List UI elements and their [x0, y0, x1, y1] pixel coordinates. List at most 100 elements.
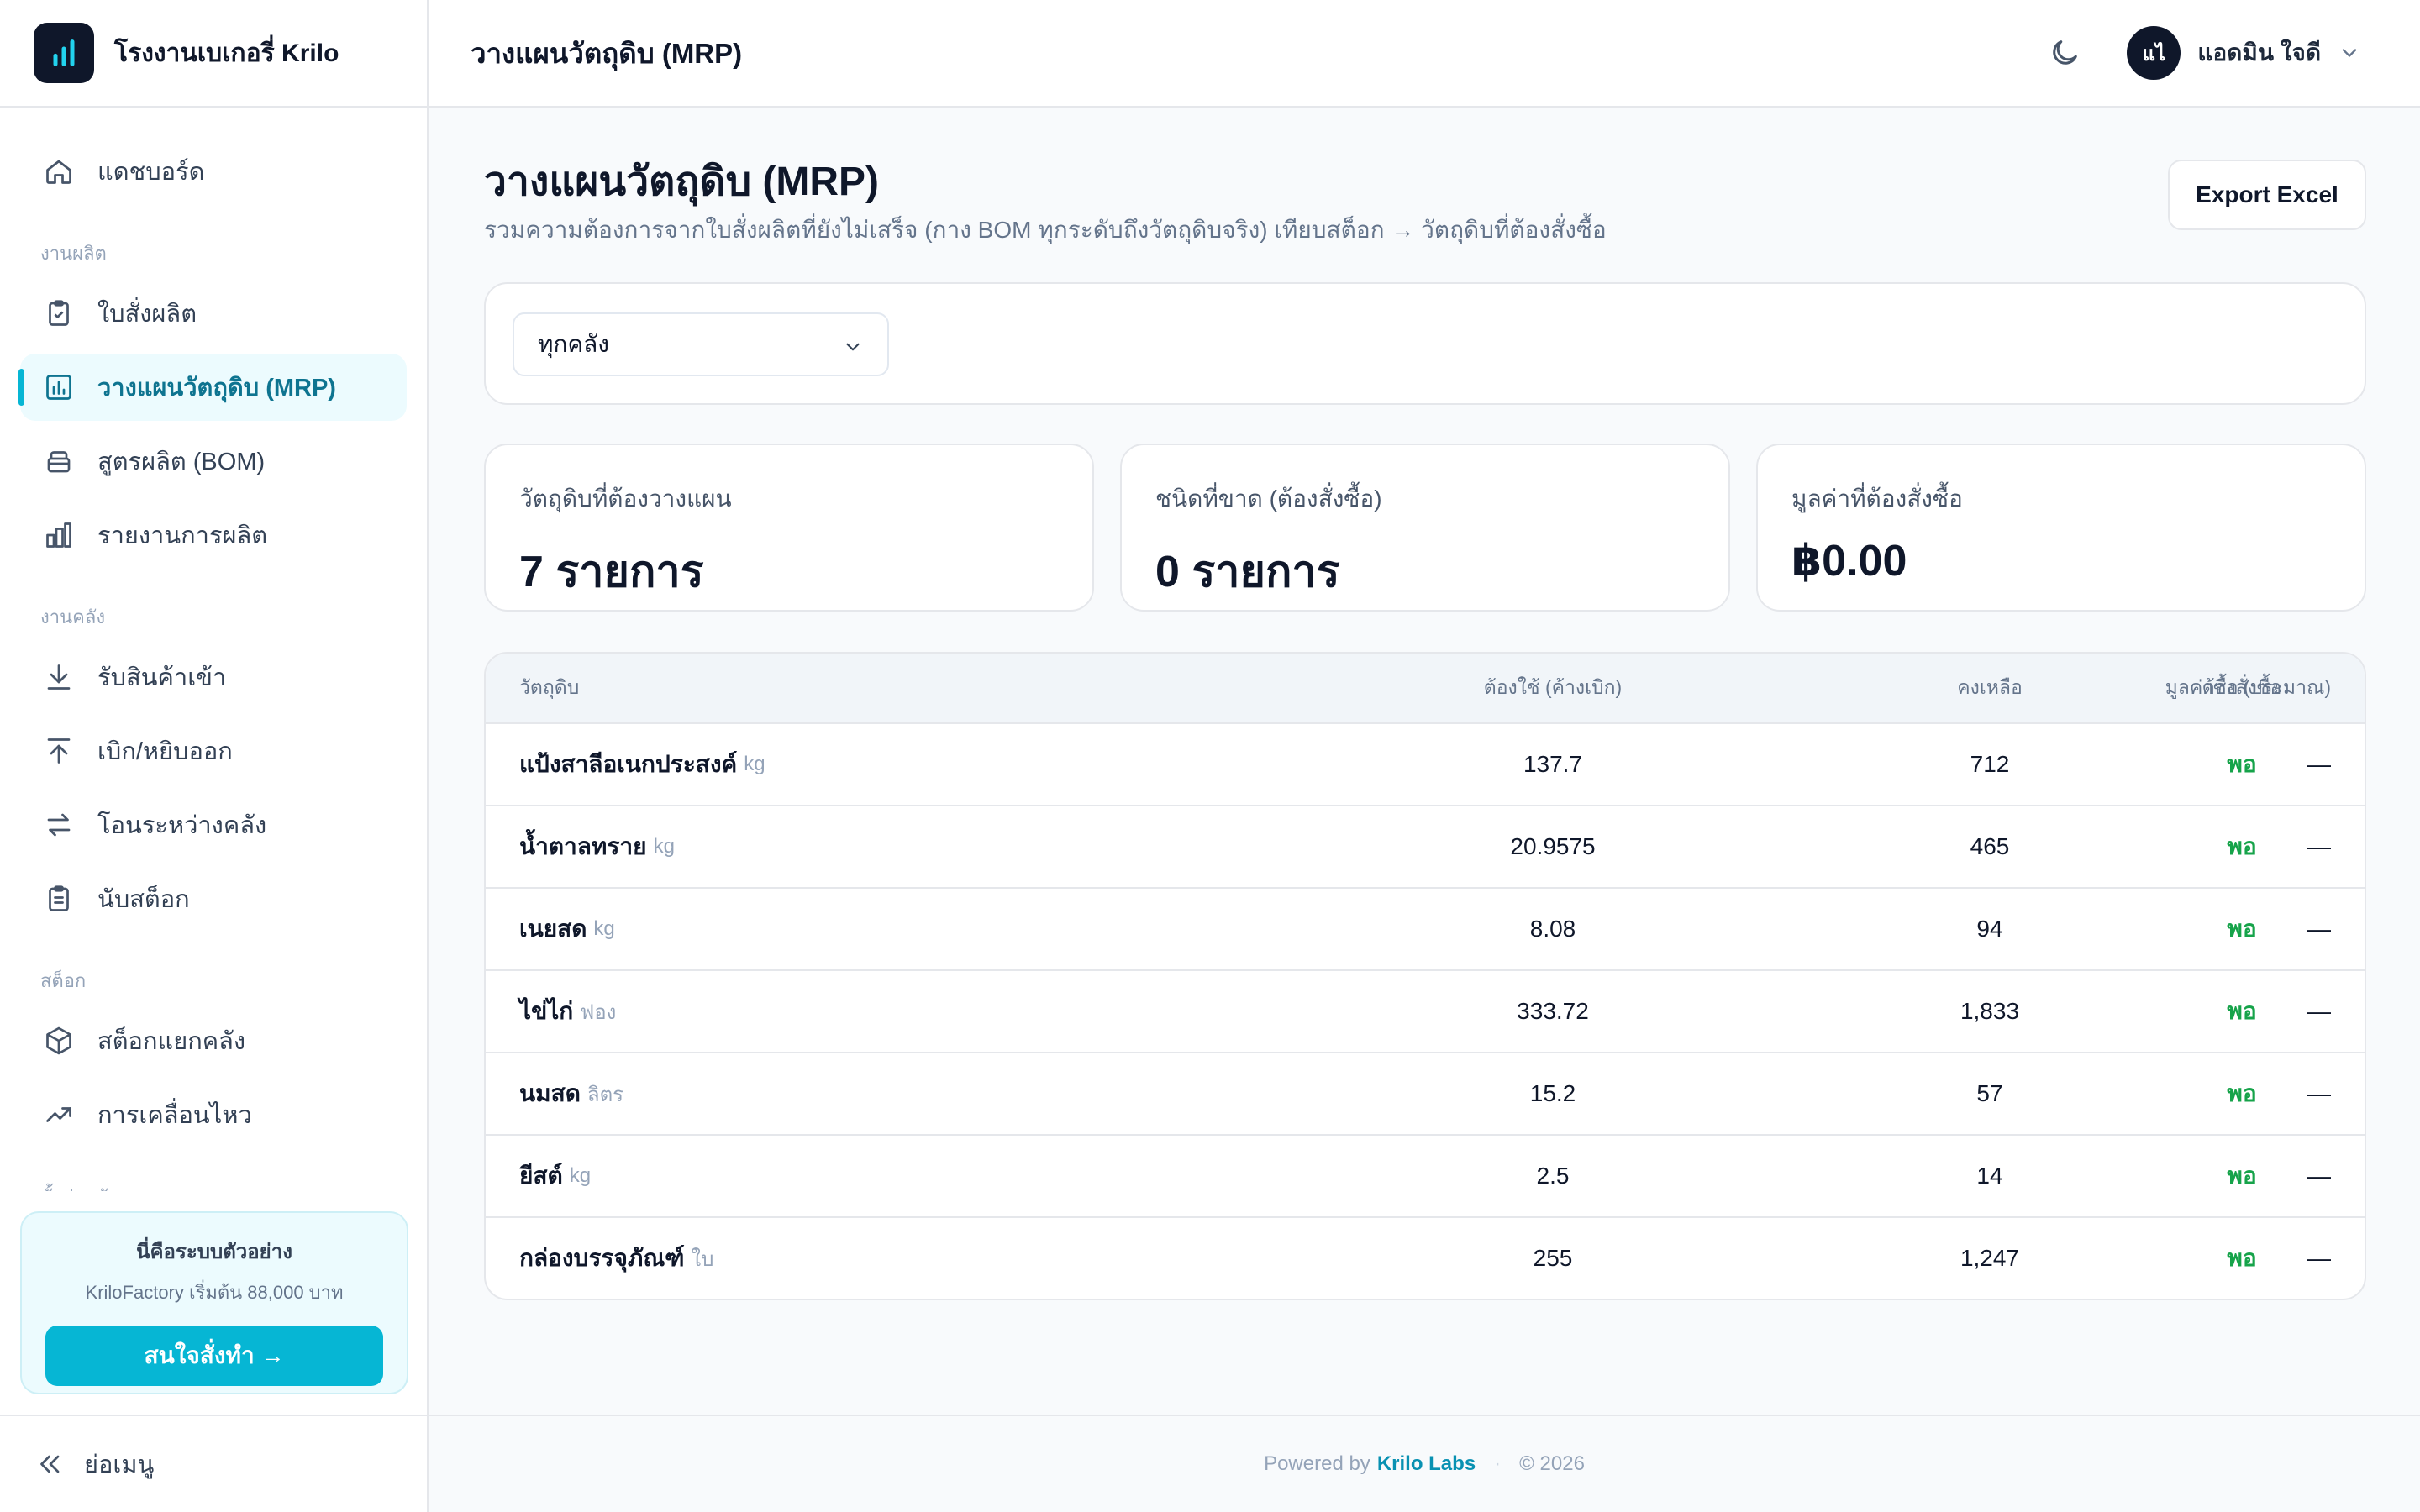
chevron-down-icon — [842, 336, 864, 358]
stat-label: วัตถุดิบที่ต้องวางแผน — [519, 486, 732, 512]
material-name: เนยสด — [519, 916, 587, 942]
sidebar-item-movement[interactable]: การเคลื่อนไหว — [20, 1081, 407, 1148]
sidebar-item-label: นับสต็อก — [97, 886, 190, 913]
material-name: กล่องบรรจุภัณฑ์ — [519, 1245, 685, 1271]
dark-mode-toggle-moon-icon[interactable] — [2048, 36, 2081, 70]
material-unit: kg — [653, 835, 675, 858]
remaining-cell: 1,247 — [1960, 1245, 2020, 1271]
table-body: แป้งสาลีอเนกประสงค์ kg 137.7 712 พอ — น้ำตาลทร… — [486, 722, 2365, 1299]
trend-icon — [42, 1098, 76, 1131]
stat-label: มูลค่าที่ต้องสั่งซื้อ — [1791, 486, 1963, 512]
table-row: ยีสต์ kg 2.5 14 พอ — — [486, 1134, 2365, 1216]
footer-powered: Powered by — [1264, 1452, 1370, 1475]
table-row: แป้งสาลีอเนกประสงค์ kg 137.7 712 พอ — — [486, 722, 2365, 805]
remaining-cell: 465 — [1970, 833, 2010, 859]
footer-brand-link[interactable]: Krilo Labs — [1377, 1452, 1476, 1476]
required-cell: 333.72 — [1517, 998, 1589, 1024]
column-header-cost: มูลค่าซื้อ (ประมาณ) — [2165, 676, 2331, 698]
material-cell: ยีสต์ kg — [519, 1136, 591, 1216]
order-interest-button[interactable]: สนใจสั่งทำ → — [45, 1326, 383, 1386]
sidebar-item-report[interactable]: รายงานการผลิต — [20, 501, 407, 569]
header-title: วางแผนวัตถุดิบ (MRP) — [471, 37, 743, 69]
nav-section-warehouse-settings: ตั้งค่าคลัง — [0, 1182, 427, 1191]
sidebar-item-dashboard[interactable]: แดชบอร์ด — [20, 138, 407, 205]
table-row: นมสด ลิตร 15.2 57 พอ — — [486, 1052, 2365, 1134]
sidebar-item-issue[interactable]: เบิก/หยิบออก — [20, 717, 407, 785]
sidebar-item-label: วางแผนวัตถุดิบ (MRP) — [97, 375, 336, 402]
stat-value: 7 รายการ — [519, 548, 704, 596]
download-icon — [42, 660, 76, 694]
brand-name: โรงงานเบเกอรี่ Krilo — [114, 39, 339, 67]
footer: Powered by Krilo Labs · © 2026 — [429, 1415, 2420, 1512]
required-cell: 20.9575 — [1510, 833, 1596, 859]
home-icon — [42, 155, 76, 188]
chevron-down-icon[interactable] — [2338, 41, 2361, 65]
main-content: วางแผนวัตถุดิบ (MRP) รวมความต้องการจากใบ… — [484, 108, 2366, 1300]
table-row: ไข่ไก่ ฟอง 333.72 1,833 พอ — — [486, 969, 2365, 1052]
stat-card-materials: วัตถุดิบที่ต้องวางแผน 7 รายการ — [484, 444, 1094, 612]
material-cell: เนยสด kg — [519, 889, 615, 969]
required-cell: 2.5 — [1536, 1163, 1570, 1189]
stat-value: 0 รายการ — [1155, 548, 1340, 596]
material-cell: น้ำตาลทราย kg — [519, 806, 675, 887]
table-header: วัตถุดิบ ต้องใช้ (ค้างเบิก) คงเหลือ ต้อง… — [486, 654, 2365, 722]
sidebar: โรงงานเบเกอรี่ Krilo แดชบอร์ด งานผลิต ใบ… — [0, 0, 429, 1512]
remaining-cell: 57 — [1976, 1080, 2003, 1106]
warehouse-select[interactable]: ทุกคลัง — [513, 312, 889, 376]
material-unit: kg — [569, 1164, 592, 1187]
top-header: วางแผนวัตถุดิบ (MRP) แไ แอดมิน ใจดี — [429, 0, 2420, 108]
cost-cell: — — [2307, 1245, 2331, 1271]
swap-icon — [42, 808, 76, 842]
header-actions: แไ แอดมิน ใจดี — [2048, 26, 2361, 80]
material-name: น้ำตาลทราย — [519, 833, 647, 859]
clipboard-list-icon — [42, 882, 76, 916]
sidebar-item-transfer[interactable]: โอนระหว่างคลัง — [20, 791, 407, 858]
sidebar-item-mrp[interactable]: วางแผนวัตถุดิบ (MRP) — [18, 354, 407, 421]
sidebar-item-label: สต็อกแยกคลัง — [97, 1028, 246, 1055]
user-name[interactable]: แอดมิน ใจดี — [2197, 34, 2321, 71]
cost-cell: — — [2307, 1163, 2331, 1189]
chevrons-left-icon — [35, 1449, 66, 1479]
brand[interactable]: โรงงานเบเกอรี่ Krilo — [0, 0, 427, 108]
status-badge: พอ — [2227, 998, 2257, 1024]
stat-card-shortage: ชนิดที่ขาด (ต้องสั่งซื้อ) 0 รายการ — [1120, 444, 1730, 612]
promo-subtitle: KriloFactory เริ่มต้น 88,000 บาท — [85, 1282, 344, 1303]
column-header-required: ต้องใช้ (ค้างเบิก) — [1483, 676, 1623, 698]
filter-card: ทุกคลัง — [484, 282, 2366, 405]
export-excel-button[interactable]: Export Excel — [2168, 160, 2366, 230]
material-cell: กล่องบรรจุภัณฑ์ ใบ — [519, 1218, 714, 1299]
collapse-menu-label: ย่อเมนู — [84, 1452, 155, 1478]
remaining-cell: 1,833 — [1960, 998, 2020, 1024]
status-badge: พอ — [2227, 916, 2257, 942]
material-unit: ลิตร — [587, 1083, 624, 1106]
status-badge: พอ — [2227, 1080, 2257, 1106]
avatar[interactable]: แไ — [2127, 26, 2181, 80]
sidebar-item-bom[interactable]: สูตรผลิต (BOM) — [20, 428, 407, 495]
material-cell: ไข่ไก่ ฟอง — [519, 971, 616, 1052]
promo-title: นี่คือระบบตัวอย่าง — [136, 1241, 292, 1263]
material-cell: แป้งสาลีอเนกประสงค์ kg — [519, 724, 765, 805]
table-row: เนยสด kg 8.08 94 พอ — — [486, 887, 2365, 969]
sidebar-item-label: รับสินค้าเข้า — [97, 664, 227, 691]
sidebar-item-label: การเคลื่อนไหว — [97, 1102, 252, 1129]
required-cell: 137.7 — [1523, 751, 1583, 777]
sidebar-item-receive[interactable]: รับสินค้าเข้า — [20, 643, 407, 711]
sidebar-item-label: สูตรผลิต (BOM) — [97, 449, 266, 475]
material-name: ไข่ไก่ — [519, 998, 574, 1024]
required-cell: 15.2 — [1529, 1080, 1576, 1106]
nav-section-stock: สต็อก — [40, 970, 87, 991]
sidebar-nav: แดชบอร์ด งานผลิต ใบสั่งผลิต วางแผนวัตถุด… — [0, 108, 427, 1191]
table-row: น้ำตาลทราย kg 20.9575 465 พอ — — [486, 805, 2365, 887]
collapse-menu-button[interactable]: ย่อเมนู — [0, 1415, 427, 1512]
sidebar-item-stock[interactable]: สต็อกแยกคลัง — [20, 1007, 407, 1074]
chart-box-icon — [42, 370, 76, 404]
sidebar-item-count[interactable]: นับสต็อก — [20, 865, 407, 932]
material-cell: นมสด ลิตร — [519, 1053, 623, 1134]
status-badge: พอ — [2227, 833, 2257, 859]
remaining-cell: 14 — [1976, 1163, 2003, 1189]
sidebar-item-orders[interactable]: ใบสั่งผลิต — [20, 280, 407, 347]
material-unit: ฟอง — [580, 1000, 617, 1024]
page-title: วางแผนวัตถุดิบ (MRP) — [484, 160, 880, 204]
status-badge: พอ — [2227, 751, 2257, 777]
footer-year: © 2026 — [1519, 1452, 1585, 1475]
